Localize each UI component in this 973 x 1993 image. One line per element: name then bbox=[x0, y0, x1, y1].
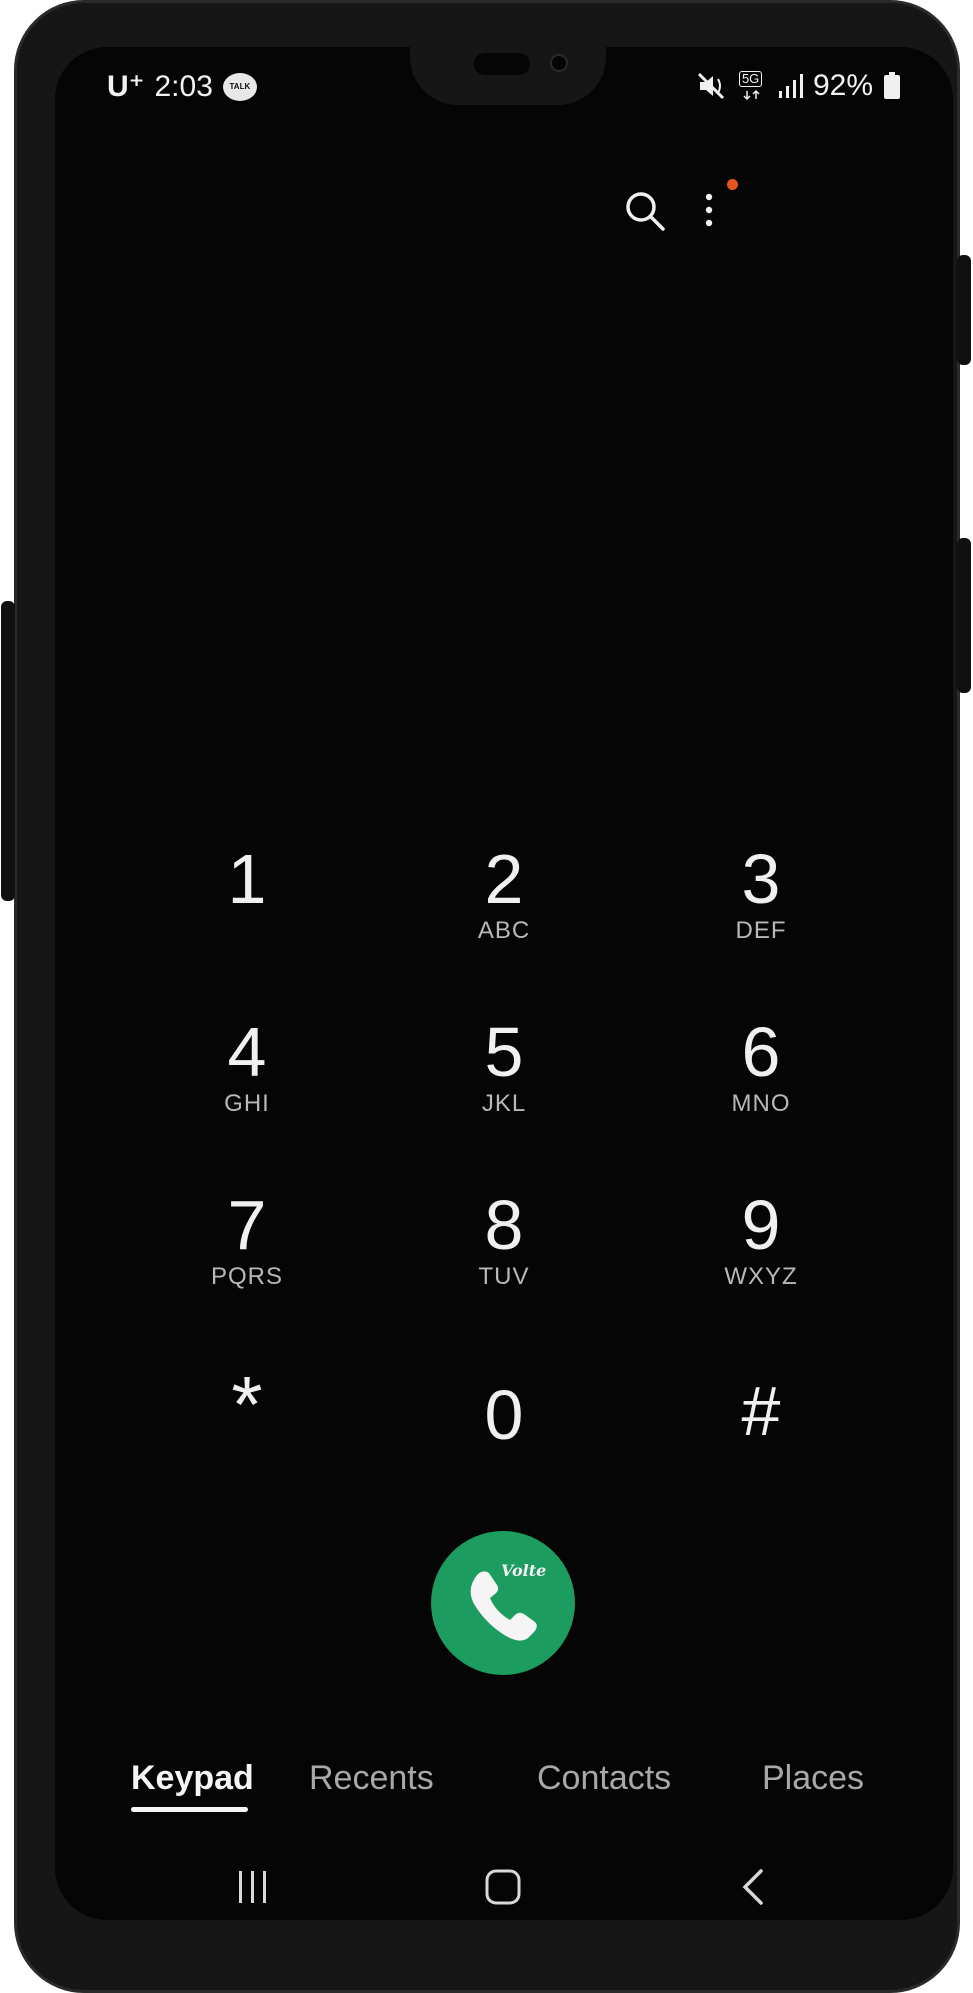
mute-vibrate-icon bbox=[697, 72, 727, 100]
key-letters: ABC bbox=[477, 917, 531, 944]
tab-active-indicator bbox=[131, 1807, 248, 1812]
key-5[interactable]: 5 JKL bbox=[419, 1014, 589, 1144]
key-letters: MNO bbox=[731, 1090, 791, 1117]
home-icon[interactable] bbox=[485, 1869, 521, 1910]
side-button-left bbox=[1, 601, 15, 901]
signal-strength-icon bbox=[777, 73, 803, 99]
notification-dot bbox=[727, 179, 738, 190]
key-letters: DEF bbox=[735, 917, 787, 944]
key-letters: PQRS bbox=[210, 1263, 283, 1290]
tab-places[interactable]: Places bbox=[762, 1759, 864, 1798]
key-letters: WXYZ bbox=[724, 1263, 798, 1290]
search-icon[interactable] bbox=[623, 189, 667, 238]
key-9[interactable]: 9 WXYZ bbox=[676, 1187, 846, 1317]
key-1[interactable]: 1 bbox=[162, 841, 332, 971]
battery-percent: 92% bbox=[812, 69, 873, 102]
key-letters: JKL bbox=[481, 1090, 527, 1117]
tab-recents[interactable]: Recents bbox=[309, 1759, 434, 1798]
status-time: 2:03 bbox=[154, 69, 213, 103]
key-star[interactable]: * bbox=[162, 1360, 332, 1497]
battery-icon bbox=[883, 72, 901, 100]
key-digit: 1 bbox=[227, 840, 267, 918]
key-digit: 9 bbox=[741, 1186, 781, 1264]
key-digit: 7 bbox=[227, 1186, 267, 1264]
phone-frame: U⁺ 2:03 TALK 5G 92% 1 2 ABC 3 DEF 4 GHI … bbox=[1, 0, 971, 1993]
key-2[interactable]: 2 ABC bbox=[419, 841, 589, 971]
key-3[interactable]: 3 DEF bbox=[676, 841, 846, 971]
side-button-right-top bbox=[957, 255, 971, 365]
key-digit: 2 bbox=[484, 840, 524, 918]
key-4[interactable]: 4 GHI bbox=[162, 1014, 332, 1144]
key-digit: 0 bbox=[484, 1376, 524, 1454]
tab-keypad[interactable]: Keypad bbox=[131, 1759, 254, 1798]
voice-call-button[interactable]: Volte bbox=[431, 1531, 575, 1675]
bottom-tabs: Keypad Recents Contacts Places bbox=[55, 1759, 953, 1819]
key-digit: 8 bbox=[484, 1186, 524, 1264]
key-hash[interactable]: # bbox=[676, 1373, 846, 1503]
navigation-bar bbox=[55, 1857, 953, 1917]
key-0[interactable]: 0 bbox=[419, 1377, 589, 1507]
key-digit: 6 bbox=[741, 1013, 781, 1091]
network-5g-icon: 5G bbox=[737, 71, 767, 101]
key-digit: 5 bbox=[484, 1013, 524, 1091]
carrier-label: U⁺ bbox=[107, 70, 145, 103]
volte-badge: Volte bbox=[501, 1561, 547, 1580]
side-button-right-power bbox=[957, 538, 971, 693]
key-6[interactable]: 6 MNO bbox=[676, 1014, 846, 1144]
key-7[interactable]: 7 PQRS bbox=[162, 1187, 332, 1317]
status-bar: U⁺ 2:03 TALK 5G 92% bbox=[55, 69, 953, 109]
key-digit: 4 bbox=[227, 1013, 267, 1091]
back-icon[interactable] bbox=[741, 1869, 765, 1910]
more-options-icon[interactable] bbox=[701, 189, 717, 238]
key-digit: 3 bbox=[741, 840, 781, 918]
key-digit: # bbox=[741, 1372, 781, 1450]
recent-apps-icon[interactable] bbox=[235, 1869, 271, 1910]
tab-contacts[interactable]: Contacts bbox=[537, 1759, 671, 1798]
phone-screen: U⁺ 2:03 TALK 5G 92% 1 2 ABC 3 DEF 4 GHI … bbox=[55, 47, 953, 1920]
key-digit: * bbox=[231, 1360, 263, 1449]
talk-notification-icon: TALK bbox=[222, 72, 257, 101]
phone-icon bbox=[470, 1571, 537, 1641]
key-8[interactable]: 8 TUV bbox=[419, 1187, 589, 1317]
key-letters: TUV bbox=[478, 1263, 530, 1290]
key-letters: GHI bbox=[224, 1090, 270, 1117]
